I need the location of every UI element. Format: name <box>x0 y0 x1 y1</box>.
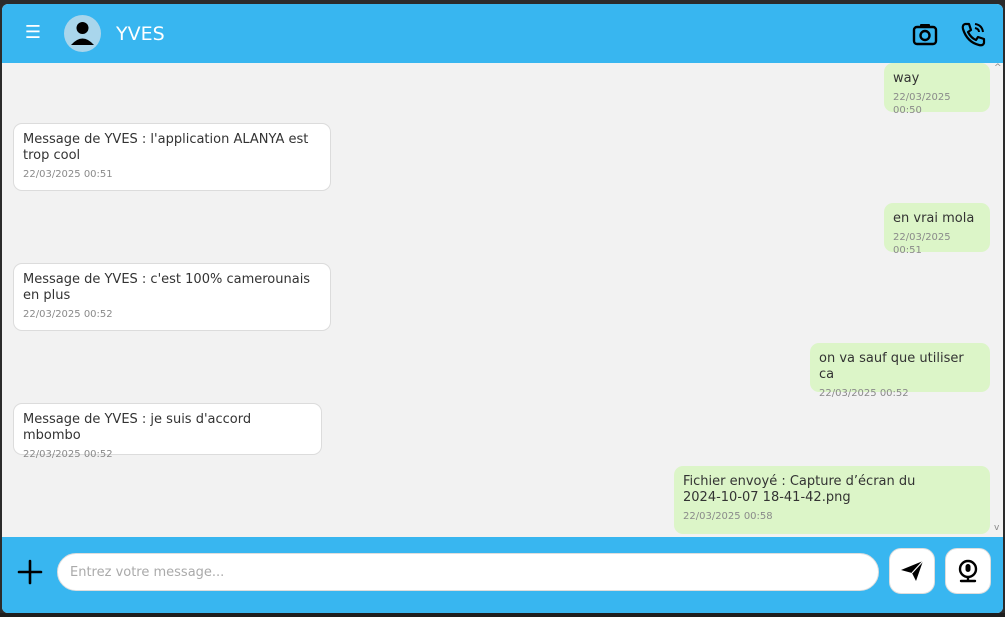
message-input[interactable] <box>57 553 879 591</box>
message-text: Fichier envoyé : Capture d’écran du 2024… <box>683 474 916 505</box>
message-list[interactable]: way 22/03/2025 00:50 Message de YVES : l… <box>2 63 1003 537</box>
message-time: 22/03/2025 00:50 <box>893 92 951 116</box>
message-text: on va sauf que utiliser ca <box>819 351 964 382</box>
message-bubble-outgoing: way 22/03/2025 00:50 <box>884 63 990 116</box>
message-time: 22/03/2025 00:52 <box>23 449 113 460</box>
message-text: Message de YVES : l'application ALANYA e… <box>23 132 309 163</box>
message-text: en vrai mola <box>893 211 975 226</box>
message-time: 22/03/2025 00:52 <box>819 388 909 399</box>
message-time: 22/03/2025 00:58 <box>683 511 773 522</box>
hamburger-icon[interactable]: ☰ <box>22 20 44 46</box>
scroll-down-icon[interactable]: v <box>994 523 999 533</box>
user-avatar-icon[interactable] <box>64 15 101 52</box>
message-bubble-outgoing: en vrai mola 22/03/2025 00:51 <box>884 203 990 256</box>
voice-record-button[interactable] <box>945 548 991 594</box>
message-text: way <box>893 71 920 86</box>
message-time: 22/03/2025 00:51 <box>23 169 113 180</box>
send-icon <box>901 560 924 581</box>
message-text: Message de YVES : je suis d'accord mbomb… <box>23 412 252 443</box>
chat-header: ☰ YVES <box>2 4 1003 63</box>
message-bubble-incoming: Message de YVES : c'est 100% camerounais… <box>13 263 331 331</box>
message-text: Message de YVES : c'est 100% camerounais… <box>23 272 311 303</box>
scroll-up-icon[interactable]: ^ <box>994 63 1002 73</box>
taskbar-strip <box>0 613 1005 617</box>
message-bubble-incoming: Message de YVES : l'application ALANYA e… <box>13 123 331 191</box>
chat-window: ☰ YVES way 22/03/2025 00:50 Message de Y… <box>2 4 1003 613</box>
message-time: 22/03/2025 00:52 <box>23 309 113 320</box>
message-bubble-incoming: Message de YVES : je suis d'accord mbomb… <box>13 403 322 460</box>
composer-bar <box>2 537 1003 613</box>
message-bubble-outgoing: Fichier envoyé : Capture d’écran du 2024… <box>674 466 990 534</box>
camera-icon[interactable] <box>911 20 939 48</box>
phone-call-icon[interactable] <box>959 20 987 48</box>
contact-name: YVES <box>116 23 165 45</box>
microphone-icon <box>958 559 978 583</box>
message-bubble-outgoing: on va sauf que utiliser ca 22/03/2025 00… <box>810 343 990 399</box>
send-button[interactable] <box>889 548 935 594</box>
message-time: 22/03/2025 00:51 <box>893 232 951 256</box>
plus-icon[interactable] <box>16 558 44 586</box>
scrollbar[interactable]: ^ v <box>993 63 1003 537</box>
